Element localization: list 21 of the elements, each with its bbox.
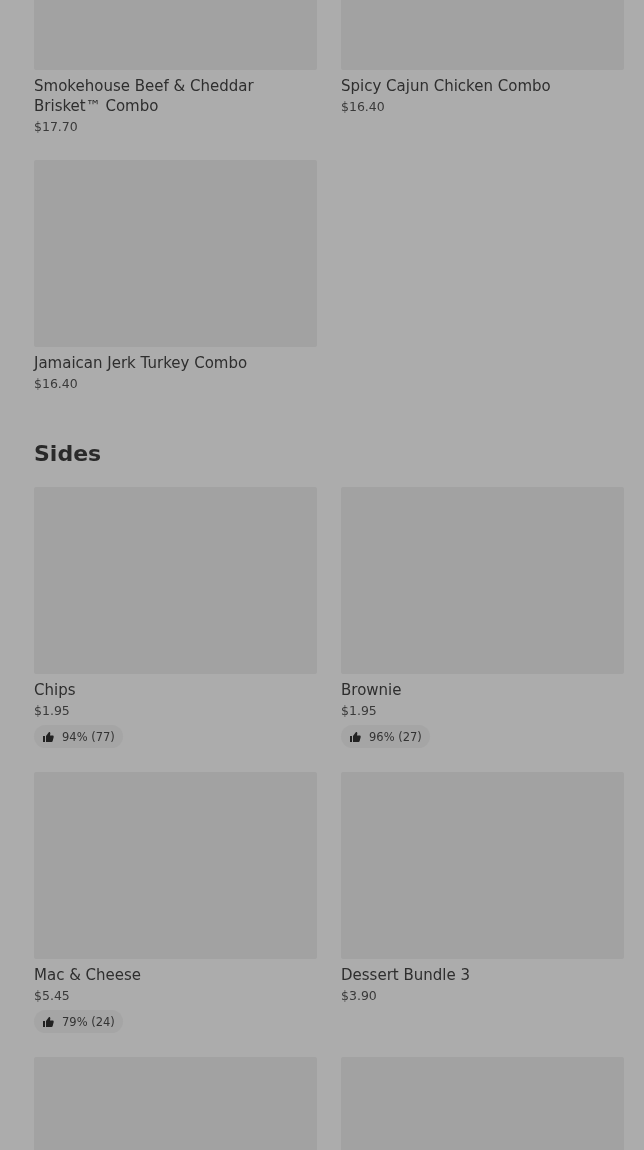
item-price: $1.95 (34, 702, 71, 720)
item-name[interactable]: Smokehouse Beef & Cheddar Brisket™ Combo (34, 76, 317, 116)
rating-badge: 94% (77) (34, 725, 123, 748)
item-price: $1.95 (341, 702, 378, 720)
item-price: $5.45 (34, 987, 71, 1005)
item-price: $16.40 (34, 375, 79, 393)
item-price: $17.70 (34, 118, 79, 136)
item-price: $16.40 (341, 98, 386, 116)
item-name[interactable]: Dessert Bundle 3 (341, 965, 624, 985)
thumbs-up-icon (42, 730, 54, 743)
thumbs-up-icon (349, 730, 361, 743)
item-name[interactable]: Brownie (341, 680, 624, 700)
thumbs-up-icon (42, 1015, 54, 1028)
section-heading: Sides (34, 440, 103, 468)
item-price: $3.90 (341, 987, 378, 1005)
item-name[interactable]: Jamaican Jerk Turkey Combo (34, 353, 317, 373)
item-name[interactable]: Mac & Cheese (34, 965, 317, 985)
item-name[interactable]: Spicy Cajun Chicken Combo (341, 76, 624, 96)
rating-badge: 96% (27) (341, 725, 430, 748)
rating-badge: 79% (24) (34, 1010, 123, 1033)
item-name[interactable]: Chips (34, 680, 317, 700)
